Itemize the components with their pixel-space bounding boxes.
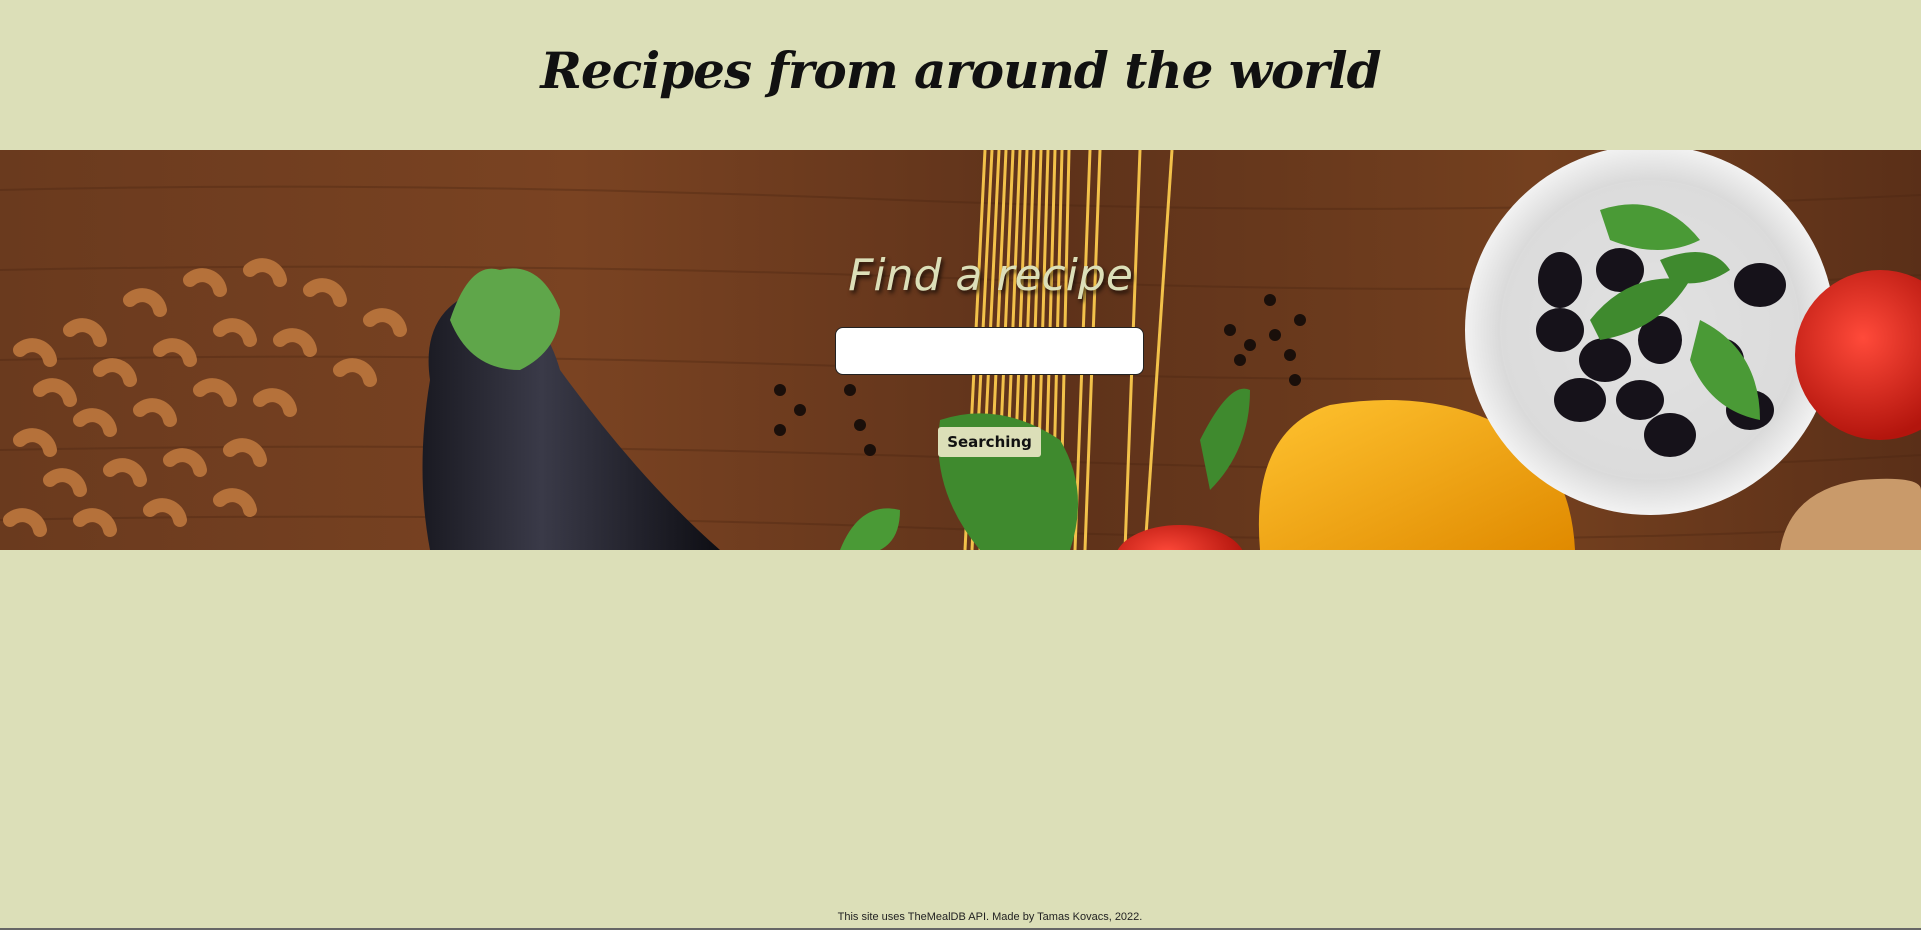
- hero-banner: Find a recipe Searching: [0, 150, 1921, 550]
- search-heading: Find a recipe: [848, 250, 1133, 301]
- site-title: Recipes from around the world: [540, 40, 1381, 100]
- search-input[interactable]: [835, 327, 1144, 375]
- search-button[interactable]: Searching: [938, 427, 1041, 457]
- footer-credits: This site uses TheMealDB API. Made by Ta…: [837, 911, 1143, 923]
- site-header: Recipes from around the world: [0, 0, 1921, 150]
- search-panel: Find a recipe Searching: [0, 150, 1921, 550]
